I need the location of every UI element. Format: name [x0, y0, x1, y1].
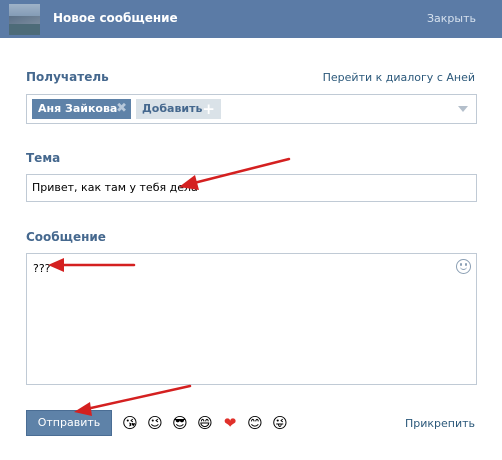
emoji-wink-icon[interactable]: 😉	[146, 414, 164, 432]
attach-link[interactable]: Прикрепить	[405, 417, 475, 430]
message-textarea[interactable]: ???	[26, 253, 477, 385]
remove-recipient-icon[interactable]: ✖	[116, 99, 127, 119]
subject-input[interactable]: Привет, как там у тебя дела	[26, 174, 477, 202]
emoji-smile-icon[interactable]: 😊	[246, 414, 264, 432]
emoji-sunglasses-icon[interactable]: 😎	[171, 414, 189, 432]
emoji-tongue-icon[interactable]: 😜	[271, 414, 289, 432]
send-arrow	[80, 384, 192, 412]
emoji-heart-icon[interactable]: ❤	[221, 414, 239, 432]
close-link[interactable]: Закрыть	[427, 12, 476, 25]
avatar[interactable]	[9, 4, 40, 35]
emoji-bar: 😘 😉 😎 😄 ❤ 😊 😜	[121, 414, 296, 432]
recipient-chip: Аня Зайкова ✖	[32, 99, 131, 119]
goto-dialog-link[interactable]: Перейти к диалогу с Аней	[323, 71, 475, 84]
send-button[interactable]: Отправить	[26, 410, 112, 436]
recipient-field[interactable]: Аня Зайкова ✖ Добавить +	[26, 94, 477, 124]
recipient-label: Получатель	[26, 70, 109, 84]
message-text: ???	[33, 262, 51, 275]
recipient-chip-label: Аня Зайкова	[38, 102, 118, 115]
chevron-down-icon[interactable]	[458, 106, 468, 112]
message-label: Сообщение	[26, 230, 106, 244]
plus-icon: +	[202, 100, 215, 118]
dialog-title: Новое сообщение	[53, 11, 178, 25]
avatar-water	[9, 24, 40, 35]
emoji-kiss-icon[interactable]: 😘	[121, 414, 139, 432]
smiley-icon[interactable]	[456, 259, 471, 274]
add-recipient-label: Добавить	[142, 102, 203, 115]
add-recipient-button[interactable]: Добавить +	[136, 99, 221, 119]
emoji-grin-icon[interactable]: 😄	[196, 414, 214, 432]
subject-label: Тема	[26, 151, 61, 165]
dialog-header: Новое сообщение Закрыть	[0, 0, 502, 38]
